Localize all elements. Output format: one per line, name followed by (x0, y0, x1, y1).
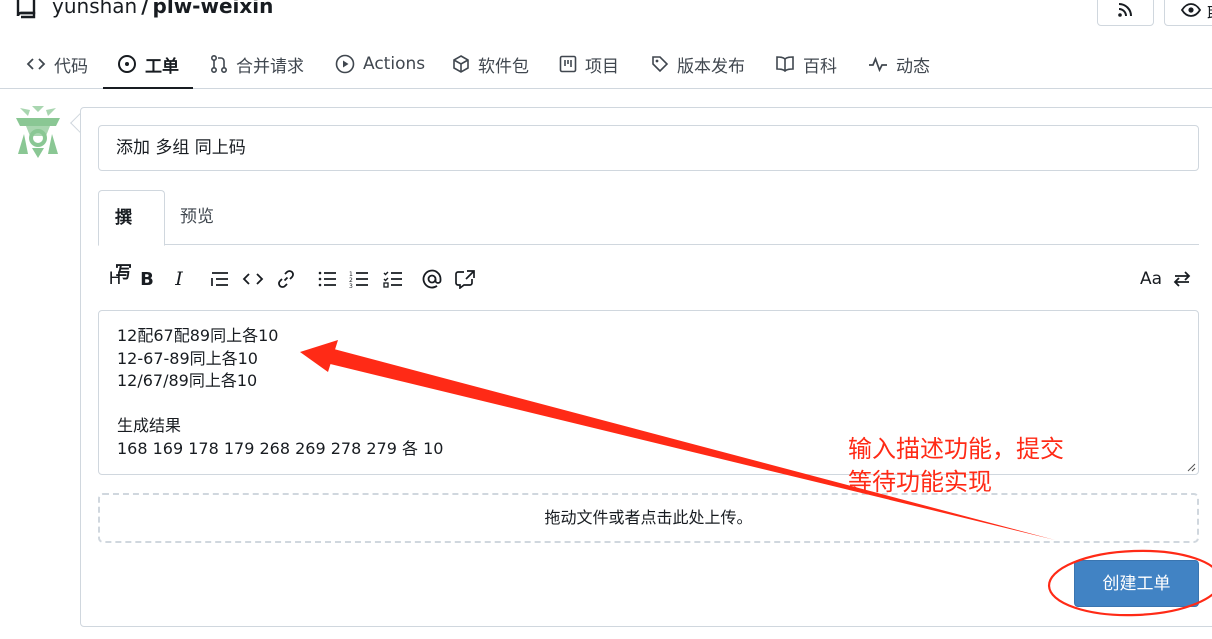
tag-icon (652, 56, 669, 73)
mention-button[interactable] (420, 267, 444, 291)
tab-issues[interactable]: 工单 (103, 40, 193, 89)
cross-reference-button[interactable] (453, 267, 477, 291)
switch-editor-button[interactable] (1170, 267, 1194, 291)
rss-icon (1118, 3, 1132, 17)
ordered-list-button[interactable]: 123 (347, 267, 371, 291)
resize-handle-icon[interactable] (1186, 462, 1196, 472)
pulse-icon (869, 56, 887, 72)
tab-actions[interactable]: Actions (335, 40, 425, 88)
tab-label: 软件包 (478, 56, 529, 77)
watch-label: 取 (1207, 0, 1212, 24)
code-button[interactable] (241, 267, 265, 291)
repo-title: yunshan / plw-weixin (52, 0, 273, 20)
tab-label: 合并请求 (236, 56, 304, 77)
tab-projects[interactable]: 项目 (559, 40, 619, 88)
tab-releases[interactable]: 版本发布 (651, 40, 745, 88)
quote-icon (211, 272, 228, 286)
rss-feed-button[interactable] (1097, 0, 1154, 26)
italic-button[interactable]: I (167, 267, 191, 291)
repo-owner-link[interactable]: yunshan (52, 0, 137, 18)
avatar[interactable] (12, 104, 64, 160)
play-icon (335, 54, 355, 74)
editor-tabs: 撰写 预览 (98, 190, 1199, 283)
code-icon (242, 273, 264, 285)
create-issue-button[interactable]: 创建工单 (1074, 560, 1199, 607)
heading-icon: H (108, 269, 122, 289)
tab-preview[interactable]: 预览 (164, 190, 230, 245)
task-list-button[interactable] (381, 267, 405, 291)
tab-activity[interactable]: 动态 (868, 40, 930, 88)
eye-icon (1181, 3, 1201, 17)
repo-icon (14, 0, 40, 20)
annotation-text: 输入描述功能，提交 等待功能实现 (848, 435, 1064, 496)
ordered-list-icon: 123 (349, 271, 368, 288)
tab-label: 版本发布 (677, 56, 745, 77)
watch-button[interactable]: 取 (1164, 0, 1212, 26)
repo-tabs: 代码 工单 合并请求 Actions 软件包 项目 版本发布 百科 动态 (0, 40, 1212, 89)
tab-write[interactable]: 撰写 (98, 190, 165, 283)
tab-label: Actions (363, 54, 426, 74)
switch-arrows-icon (1173, 271, 1191, 287)
text-size-button[interactable]: Aa (1138, 267, 1164, 291)
package-icon (453, 55, 469, 73)
cross-reference-icon (455, 270, 475, 289)
tab-pull-requests[interactable]: 合并请求 (210, 40, 304, 88)
unordered-list-button[interactable] (315, 267, 339, 291)
link-button[interactable] (274, 267, 298, 291)
project-icon (559, 55, 577, 73)
unordered-list-icon (318, 271, 336, 287)
tab-code[interactable]: 代码 (26, 40, 88, 88)
issue-icon (118, 55, 136, 73)
bold-button[interactable]: B (135, 267, 159, 291)
task-list-icon (383, 271, 402, 288)
issue-title-input[interactable]: 添加 多组 同上码 (98, 125, 1199, 171)
svg-text:3: 3 (349, 283, 353, 288)
text-size-icon: Aa (1139, 269, 1163, 289)
tab-packages[interactable]: 软件包 (452, 40, 529, 88)
italic-icon: I (175, 268, 183, 290)
link-icon (278, 270, 294, 288)
tab-label: 代码 (54, 56, 88, 77)
quote-button[interactable] (208, 267, 232, 291)
markdown-toolbar: H B I 123 Aa (98, 262, 1199, 296)
tab-label: 项目 (585, 56, 619, 77)
heading-button[interactable]: H (103, 267, 127, 291)
pull-request-icon (210, 54, 228, 74)
tab-wiki[interactable]: 百科 (775, 40, 837, 88)
file-upload-dropzone[interactable]: 拖动文件或者点击此处上传。 (98, 493, 1199, 543)
mention-icon (422, 269, 442, 289)
tab-label: 动态 (896, 56, 930, 77)
bold-icon: B (140, 268, 154, 290)
repo-separator: / (141, 0, 149, 18)
tab-label: 工单 (145, 56, 179, 77)
code-icon (26, 58, 46, 70)
book-icon (776, 56, 794, 73)
repo-name-link[interactable]: plw-weixin (153, 0, 274, 18)
repo-header: yunshan/plw-weixin 取 (0, 0, 1212, 30)
tab-label: 百科 (803, 56, 837, 77)
